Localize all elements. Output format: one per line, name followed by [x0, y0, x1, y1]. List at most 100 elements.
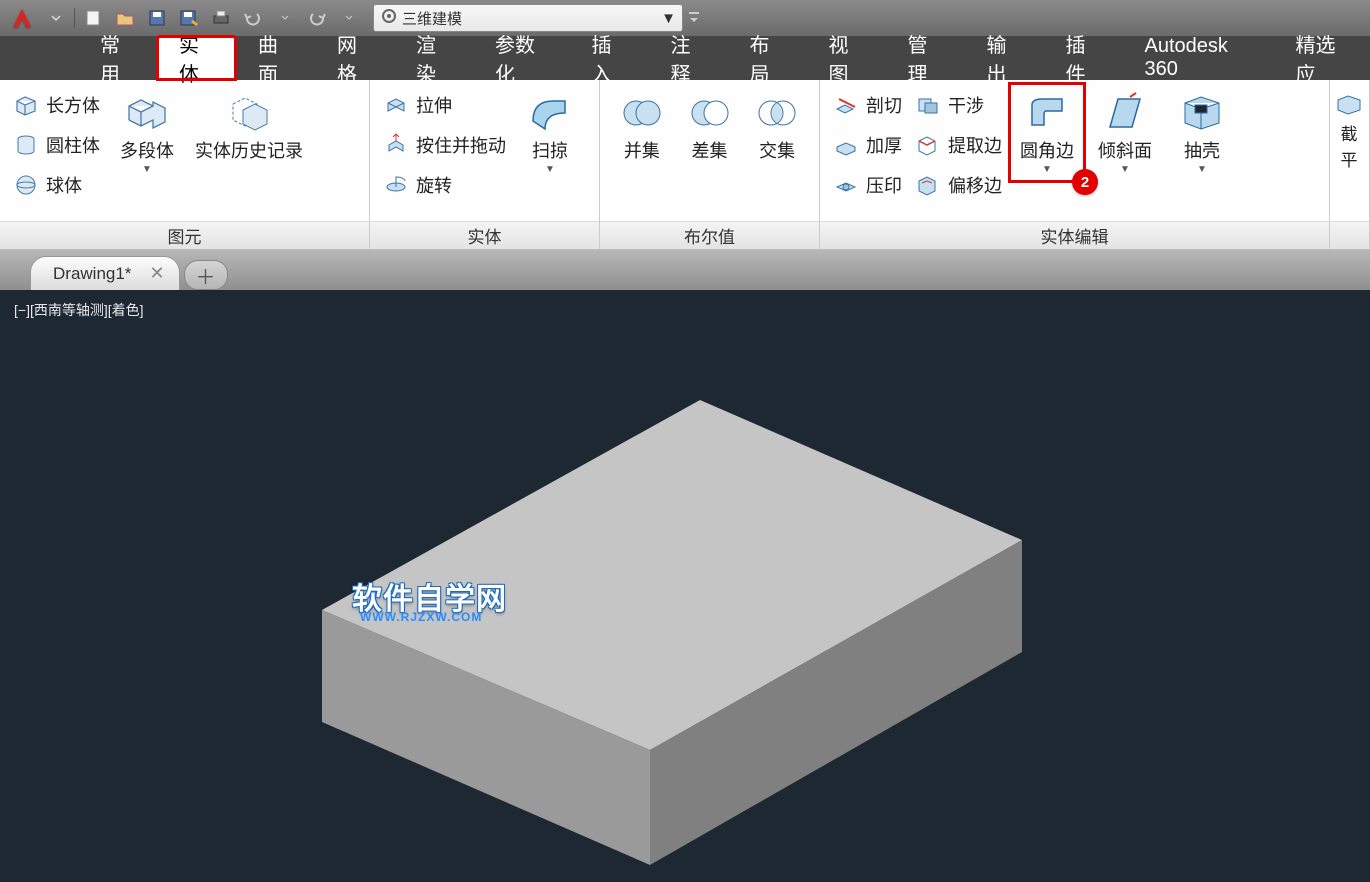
sweep-label: 扫掠 — [532, 140, 568, 162]
chevron-down-icon: ▼ — [1197, 164, 1207, 175]
taper-face-button[interactable]: 倾斜面 ▼ — [1088, 84, 1162, 175]
panel-boolean-title: 布尔值 — [600, 221, 819, 249]
presspull-button[interactable]: 按住并拖动 — [378, 128, 510, 162]
offset-edge-button[interactable]: 偏移边 — [910, 168, 1006, 202]
intersect-button[interactable]: 交集 — [743, 84, 811, 162]
chevron-down-icon: ▼ — [1120, 164, 1130, 175]
box-button[interactable]: 长方体 — [8, 88, 104, 122]
thicken-label: 加厚 — [866, 132, 902, 158]
viewport[interactable]: [−][西南等轴测][着色] 软件自学网 WWW.RJZXW.COM — [0, 290, 1370, 882]
app-menu-icon[interactable] — [4, 4, 40, 32]
panel-primitive-title: 图元 — [0, 221, 369, 249]
separator — [74, 8, 75, 28]
tab-render[interactable]: 渲染 — [394, 36, 473, 80]
chevron-down-icon: ▼ — [661, 10, 676, 27]
shell-label: 抽壳 — [1184, 140, 1220, 162]
tab-mesh[interactable]: 网格 — [315, 36, 394, 80]
panel-primitive: 长方体 圆柱体 球体 多段体 ▼ 实体历史记录 图元 — [0, 80, 370, 249]
extrude-label: 拉伸 — [416, 92, 452, 118]
imprint-icon — [832, 171, 860, 199]
panel-section-partial: 截 平 — [1330, 80, 1370, 249]
union-label: 并集 — [624, 140, 660, 162]
sweep-button[interactable]: 扫掠 ▼ — [514, 84, 586, 175]
tab-manage[interactable]: 管理 — [886, 36, 965, 80]
cylinder-button[interactable]: 圆柱体 — [8, 128, 104, 162]
tab-insert[interactable]: 插入 — [570, 36, 649, 80]
solid-history-button[interactable]: 实体历史记录 — [184, 84, 314, 162]
subtract-icon — [684, 90, 736, 136]
panel-solid-edit: 剖切 加厚 压印 干涉 提取边 — [820, 80, 1330, 249]
panel-solid-title: 实体 — [370, 221, 599, 249]
tab-view[interactable]: 视图 — [807, 36, 886, 80]
box-label: 长方体 — [46, 92, 100, 118]
interfere-button[interactable]: 干涉 — [910, 88, 1006, 122]
revolve-button[interactable]: 旋转 — [378, 168, 510, 202]
new-document-tab[interactable]: ＋ — [184, 260, 228, 290]
tab-layout[interactable]: 布局 — [728, 36, 807, 80]
open-file-icon[interactable] — [109, 4, 141, 32]
imprint-button[interactable]: 压印 — [828, 168, 906, 202]
chevron-down-icon: ▼ — [545, 164, 555, 175]
intersect-label: 交集 — [759, 140, 795, 162]
workspace-label: 三维建模 — [402, 8, 462, 29]
ribbon-panels: 长方体 圆柱体 球体 多段体 ▼ 实体历史记录 图元 — [0, 80, 1370, 250]
polysolid-icon — [121, 90, 173, 136]
undo-icon[interactable] — [237, 4, 269, 32]
new-file-icon[interactable] — [77, 4, 109, 32]
print-icon[interactable] — [205, 4, 237, 32]
panel-boolean: 并集 差集 交集 布尔值 — [600, 80, 820, 249]
redo-icon[interactable] — [301, 4, 333, 32]
offset-edge-label: 偏移边 — [948, 172, 1002, 198]
tab-surface[interactable]: 曲面 — [236, 36, 315, 80]
extract-edge-label: 提取边 — [948, 132, 1002, 158]
sweep-icon — [524, 90, 576, 136]
section-plane-button[interactable]: 截 平 — [1332, 84, 1366, 172]
thicken-button[interactable]: 加厚 — [828, 128, 906, 162]
extrude-icon — [382, 91, 410, 119]
tab-autodesk360[interactable]: Autodesk 360 — [1123, 36, 1274, 80]
polysolid-button[interactable]: 多段体 ▼ — [110, 84, 184, 175]
chevron-down-icon: ▼ — [1042, 164, 1052, 175]
save-icon[interactable] — [141, 4, 173, 32]
qat-customize-icon[interactable] — [685, 4, 703, 32]
extrude-button[interactable]: 拉伸 — [378, 88, 510, 122]
presspull-label: 按住并拖动 — [416, 132, 506, 158]
interfere-label: 干涉 — [948, 92, 984, 118]
tab-parametric[interactable]: 参数化 — [473, 36, 570, 80]
taper-face-label: 倾斜面 — [1098, 140, 1152, 162]
tab-plugins[interactable]: 插件 — [1044, 36, 1123, 80]
shell-button[interactable]: 抽壳 ▼ — [1166, 84, 1238, 175]
presspull-icon — [382, 131, 410, 159]
subtract-button[interactable]: 差集 — [676, 84, 744, 162]
interfere-icon — [914, 91, 942, 119]
union-button[interactable]: 并集 — [608, 84, 676, 162]
sphere-button[interactable]: 球体 — [8, 168, 104, 202]
tab-home[interactable]: 常用 — [78, 36, 157, 80]
qat-dropdown-icon[interactable] — [40, 4, 72, 32]
thicken-icon — [832, 131, 860, 159]
redo-dropdown-icon[interactable] — [333, 4, 365, 32]
close-icon[interactable]: ✕ — [149, 263, 164, 284]
undo-dropdown-icon[interactable] — [269, 4, 301, 32]
shell-icon — [1176, 90, 1228, 136]
extract-edge-icon — [914, 131, 942, 159]
tab-solid[interactable]: 实体 — [157, 36, 236, 80]
document-tabs: Drawing1* ✕ ＋ — [0, 250, 1370, 290]
tab-output[interactable]: 输出 — [965, 36, 1044, 80]
imprint-label: 压印 — [866, 172, 902, 198]
tab-featured[interactable]: 精选应 — [1274, 36, 1370, 80]
save-as-icon[interactable] — [173, 4, 205, 32]
taper-face-icon — [1099, 90, 1151, 136]
fillet-edge-button[interactable]: 圆角边 ▼ 2 — [1010, 84, 1084, 181]
plus-icon: ＋ — [196, 261, 216, 290]
cylinder-label: 圆柱体 — [46, 132, 100, 158]
slice-button[interactable]: 剖切 — [828, 88, 906, 122]
extract-edge-button[interactable]: 提取边 — [910, 128, 1006, 162]
tab-annotate[interactable]: 注释 — [649, 36, 728, 80]
chevron-down-icon: ▼ — [142, 164, 152, 175]
fillet-edge-icon — [1021, 90, 1073, 136]
slice-label: 剖切 — [866, 92, 902, 118]
annotation-badge-2: 2 — [1072, 169, 1098, 195]
document-tab[interactable]: Drawing1* ✕ — [30, 256, 180, 290]
workspace-dropdown[interactable]: 三维建模 ▼ — [373, 4, 683, 32]
